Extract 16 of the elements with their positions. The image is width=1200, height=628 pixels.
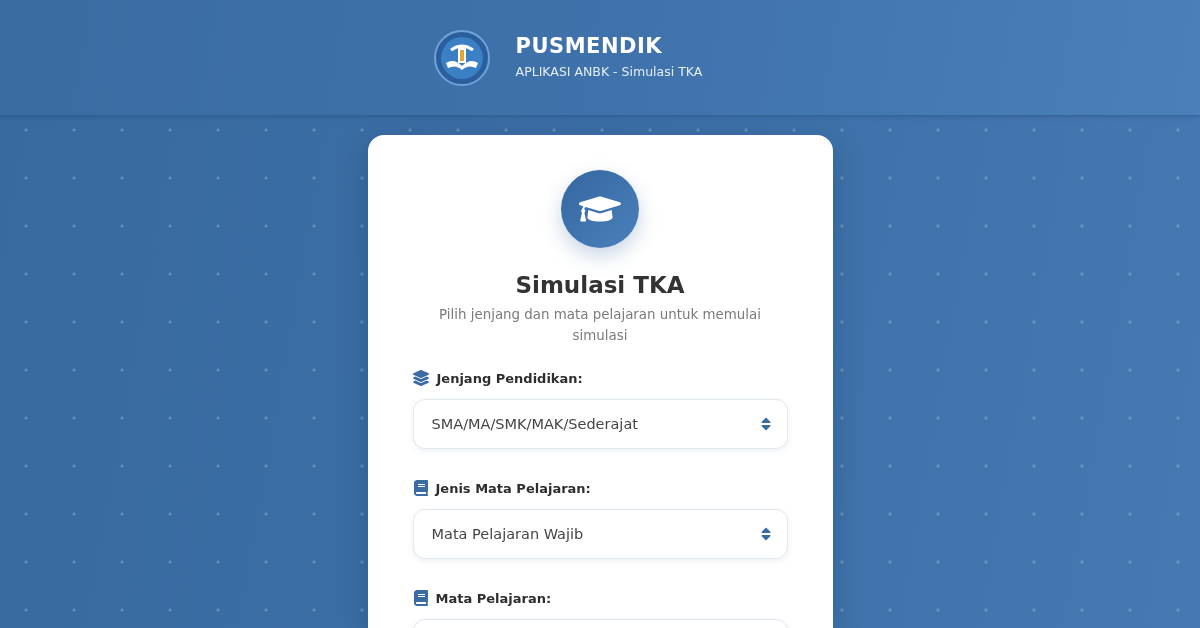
card-title: Simulasi TKA: [514, 271, 686, 300]
field-label: Mata Pelajaran:: [435, 590, 552, 606]
book-icon: [413, 590, 428, 606]
field-label: Jenjang Pendidikan:: [436, 370, 583, 386]
graduation-cap-icon: [561, 170, 639, 248]
app-title: PUSMENDIK: [515, 34, 663, 58]
dropdown-field[interactable]: Mata Pelajaran Wajib: [412, 509, 788, 559]
field-label: Jenis Mata Pelajaran:: [435, 480, 591, 496]
layers-icon: [412, 370, 429, 386]
sort-icon: [760, 526, 771, 542]
sort-icon: [760, 416, 771, 432]
dropdown-field[interactable]: SMA/MA/SMK/MAK/Sederajat: [412, 399, 788, 449]
app-subtitle: APLIKASI ANBK - Simulasi TKA: [515, 64, 703, 79]
emblem-logo: [433, 29, 490, 86]
card-description: Pilih jenjang dan mata pelajaran untuk memulai simulasi: [438, 306, 762, 345]
book-icon: [413, 480, 428, 496]
